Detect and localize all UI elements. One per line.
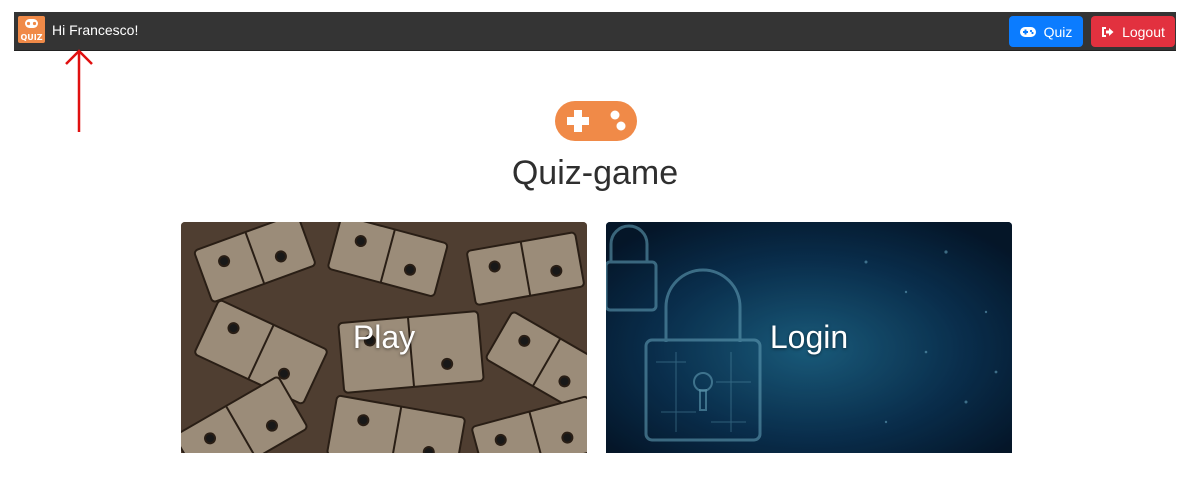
gamepad-icon (1019, 26, 1036, 37)
play-card-label: Play (352, 319, 416, 355)
top-navbar: QUIZ Hi Francesco! Quiz Logout (14, 12, 1176, 51)
gamepad-icon (555, 101, 637, 141)
user-greeting: Hi Francesco! (52, 22, 139, 38)
page-title: Quiz-game (511, 154, 679, 192)
login-card-label: Login (769, 319, 849, 355)
logout-button[interactable]: Logout (1091, 16, 1175, 47)
quiz-button-label: Quiz (1043, 23, 1073, 40)
sign-out-icon (1102, 26, 1114, 37)
logo-text: QUIZ (20, 33, 42, 42)
annotation-arrow (65, 49, 93, 132)
play-card[interactable]: Play (181, 222, 587, 453)
quiz-button[interactable]: Quiz (1009, 16, 1083, 47)
login-card[interactable]: Login (606, 222, 1012, 453)
quiz-logo-icon[interactable]: QUIZ (18, 16, 45, 43)
logout-button-label: Logout (1122, 23, 1165, 40)
